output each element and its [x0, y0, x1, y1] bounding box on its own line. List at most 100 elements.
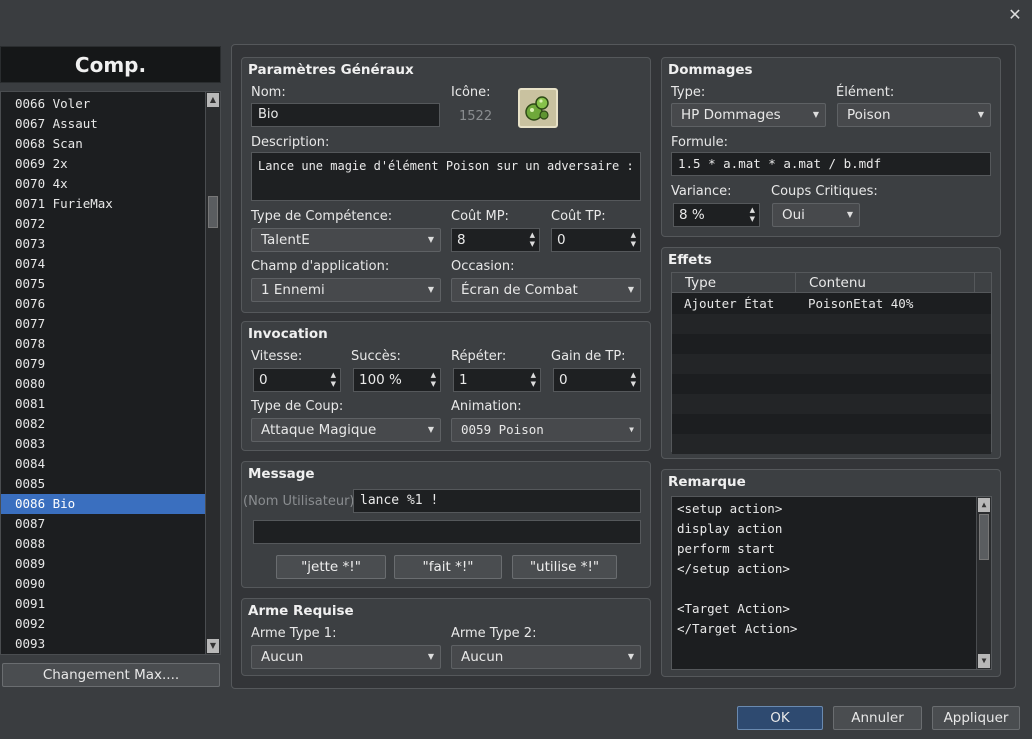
element-select[interactable]: Poison ▼ [837, 103, 991, 127]
col-content-header[interactable]: Contenu [796, 273, 975, 293]
scroll-thumb[interactable] [979, 514, 989, 560]
hit-type-select[interactable]: Attaque Magique ▼ [251, 418, 441, 442]
list-item[interactable]: 0075 [1, 274, 205, 294]
success-spinner[interactable]: 100 % ▲ ▼ [353, 368, 441, 392]
critical-select[interactable]: Oui ▼ [772, 203, 860, 227]
effects-table[interactable]: Type Contenu Ajouter État PoisonEtat 40% [671, 272, 992, 454]
damage-type-select[interactable]: HP Dommages ▼ [671, 103, 826, 127]
variance-spinner[interactable]: 8 % ▲ ▼ [673, 203, 760, 227]
note-textarea[interactable]: </Target Action> <Target Action> </setup a… [671, 496, 992, 670]
chevron-down-icon: ▼ [627, 285, 634, 294]
list-item[interactable]: 0085 [1, 474, 205, 494]
table-row[interactable] [672, 314, 991, 334]
hit-type-value: Attaque Magique [261, 422, 377, 438]
skill-list[interactable]: ▲ ▼ 0066 Voler 0067 Assaut 0068 Scan 0069 2… [0, 91, 221, 655]
animation-value: 0059 Poison [461, 422, 544, 437]
list-item[interactable]: 0068 Scan [1, 134, 205, 154]
tp-gain-spinner[interactable]: 0 ▲ ▼ [553, 368, 641, 392]
list-item[interactable]: 0071 FurieMax [1, 194, 205, 214]
close-icon[interactable]: ✕ [1004, 4, 1026, 26]
apply-button[interactable]: Appliquer [932, 706, 1020, 730]
tp-cost-spinner[interactable]: 0 ▲ ▼ [551, 228, 641, 252]
speed-value: 0 [259, 372, 268, 388]
weapon-type1-value: Aucun [261, 649, 304, 665]
list-item[interactable]: 0080 [1, 374, 205, 394]
list-item[interactable]: 0066 Voler [1, 94, 205, 114]
list-item[interactable]: 0081 [1, 394, 205, 414]
spinner-arrows-icon[interactable]: ▲ ▼ [531, 371, 536, 389]
list-item[interactable]: 0067 Assaut [1, 114, 205, 134]
weapon-type1-select[interactable]: Aucun ▼ [251, 645, 441, 669]
list-item[interactable]: 0092 [1, 614, 205, 634]
list-item[interactable]: 0084 [1, 454, 205, 474]
list-item[interactable]: 0079 [1, 354, 205, 374]
fait-button[interactable]: "fait *!" [394, 555, 502, 579]
table-row[interactable] [672, 374, 991, 394]
list-item[interactable]: 0082 [1, 414, 205, 434]
spinner-arrows-icon[interactable]: ▲ ▼ [631, 371, 636, 389]
list-item[interactable]: 0091 [1, 594, 205, 614]
mp-cost-spinner[interactable]: 8 ▲ ▼ [451, 228, 540, 252]
col-type-header[interactable]: Type [672, 273, 796, 293]
scroll-thumb[interactable] [208, 196, 218, 228]
scope-select[interactable]: 1 Ennemi ▼ [251, 278, 441, 302]
list-item[interactable]: 0088 [1, 534, 205, 554]
list-item[interactable]: 0074 [1, 254, 205, 274]
formula-input[interactable]: 1.5 * a.mat * a.mat / b.mdf [671, 152, 991, 176]
list-item[interactable]: 0090 [1, 574, 205, 594]
list-item[interactable]: 0093 [1, 634, 205, 654]
weapon-type2-label: Arme Type 2: [451, 626, 537, 641]
table-row[interactable] [672, 434, 991, 454]
weapon-type2-select[interactable]: Aucun ▼ [451, 645, 641, 669]
list-item[interactable]: 0073 [1, 234, 205, 254]
list-item[interactable]: 0086 Bio [1, 494, 205, 514]
list-item[interactable]: 0077 [1, 314, 205, 334]
ok-button[interactable]: OK [737, 706, 823, 730]
note-scrollbar[interactable]: ▲ ▼ [976, 497, 991, 669]
change-max-button[interactable]: Changement Max.... [2, 663, 220, 687]
scroll-up-icon[interactable]: ▲ [207, 93, 219, 107]
table-row[interactable] [672, 394, 991, 414]
repeat-spinner[interactable]: 1 ▲ ▼ [453, 368, 541, 392]
table-row[interactable] [672, 354, 991, 374]
damage-group: Dommages Type: HP Dommages ▼ Élément: Poi… [661, 57, 1001, 237]
list-item[interactable]: 0083 [1, 434, 205, 454]
chevron-down-icon: ▼ [627, 652, 634, 661]
list-item[interactable]: 0076 [1, 294, 205, 314]
list-item[interactable]: 0089 [1, 554, 205, 574]
spinner-arrows-icon[interactable]: ▲ ▼ [331, 371, 336, 389]
spinner-arrows-icon[interactable]: ▲ ▼ [431, 371, 436, 389]
damage-type-label: Type: [671, 85, 706, 100]
table-row[interactable] [672, 334, 991, 354]
message-line2-input[interactable] [253, 520, 641, 544]
list-scrollbar[interactable]: ▲ ▼ [205, 92, 220, 654]
success-value: 100 % [359, 372, 402, 388]
skill-type-select[interactable]: TalentE ▼ [251, 228, 441, 252]
scroll-down-icon[interactable]: ▼ [978, 654, 990, 668]
list-item[interactable]: 0072 [1, 214, 205, 234]
list-item[interactable]: 0069 2x [1, 154, 205, 174]
table-row[interactable] [672, 414, 991, 434]
spinner-arrows-icon[interactable]: ▲ ▼ [750, 206, 755, 224]
table-row[interactable]: Ajouter État PoisonEtat 40% [672, 294, 991, 314]
occasion-select[interactable]: Écran de Combat ▼ [451, 278, 641, 302]
jette-button[interactable]: "jette *!" [276, 555, 386, 579]
list-item[interactable]: 0070 4x [1, 174, 205, 194]
description-input[interactable]: Lance une magie d'élément Poison sur un … [251, 152, 641, 201]
spinner-arrows-icon[interactable]: ▲ ▼ [530, 231, 535, 249]
animation-select[interactable]: 0059 Poison ▼ [451, 418, 641, 442]
name-label: Nom: [251, 85, 286, 100]
spinner-arrows-icon[interactable]: ▲ ▼ [631, 231, 636, 249]
effects-title: Effets [668, 252, 712, 268]
list-item[interactable]: 0087 [1, 514, 205, 534]
scroll-up-icon[interactable]: ▲ [978, 498, 990, 512]
message-line1-input[interactable]: lance %1 ! [353, 489, 641, 513]
note-group: Remarque </Target Action> <Target Action>… [661, 469, 1001, 677]
list-item[interactable]: 0078 [1, 334, 205, 354]
cancel-button[interactable]: Annuler [833, 706, 922, 730]
utilise-button[interactable]: "utilise *!" [512, 555, 617, 579]
speed-spinner[interactable]: 0 ▲ ▼ [253, 368, 341, 392]
skill-icon-button[interactable] [518, 88, 558, 128]
name-input[interactable]: Bio [251, 103, 440, 127]
scroll-down-icon[interactable]: ▼ [207, 639, 219, 653]
